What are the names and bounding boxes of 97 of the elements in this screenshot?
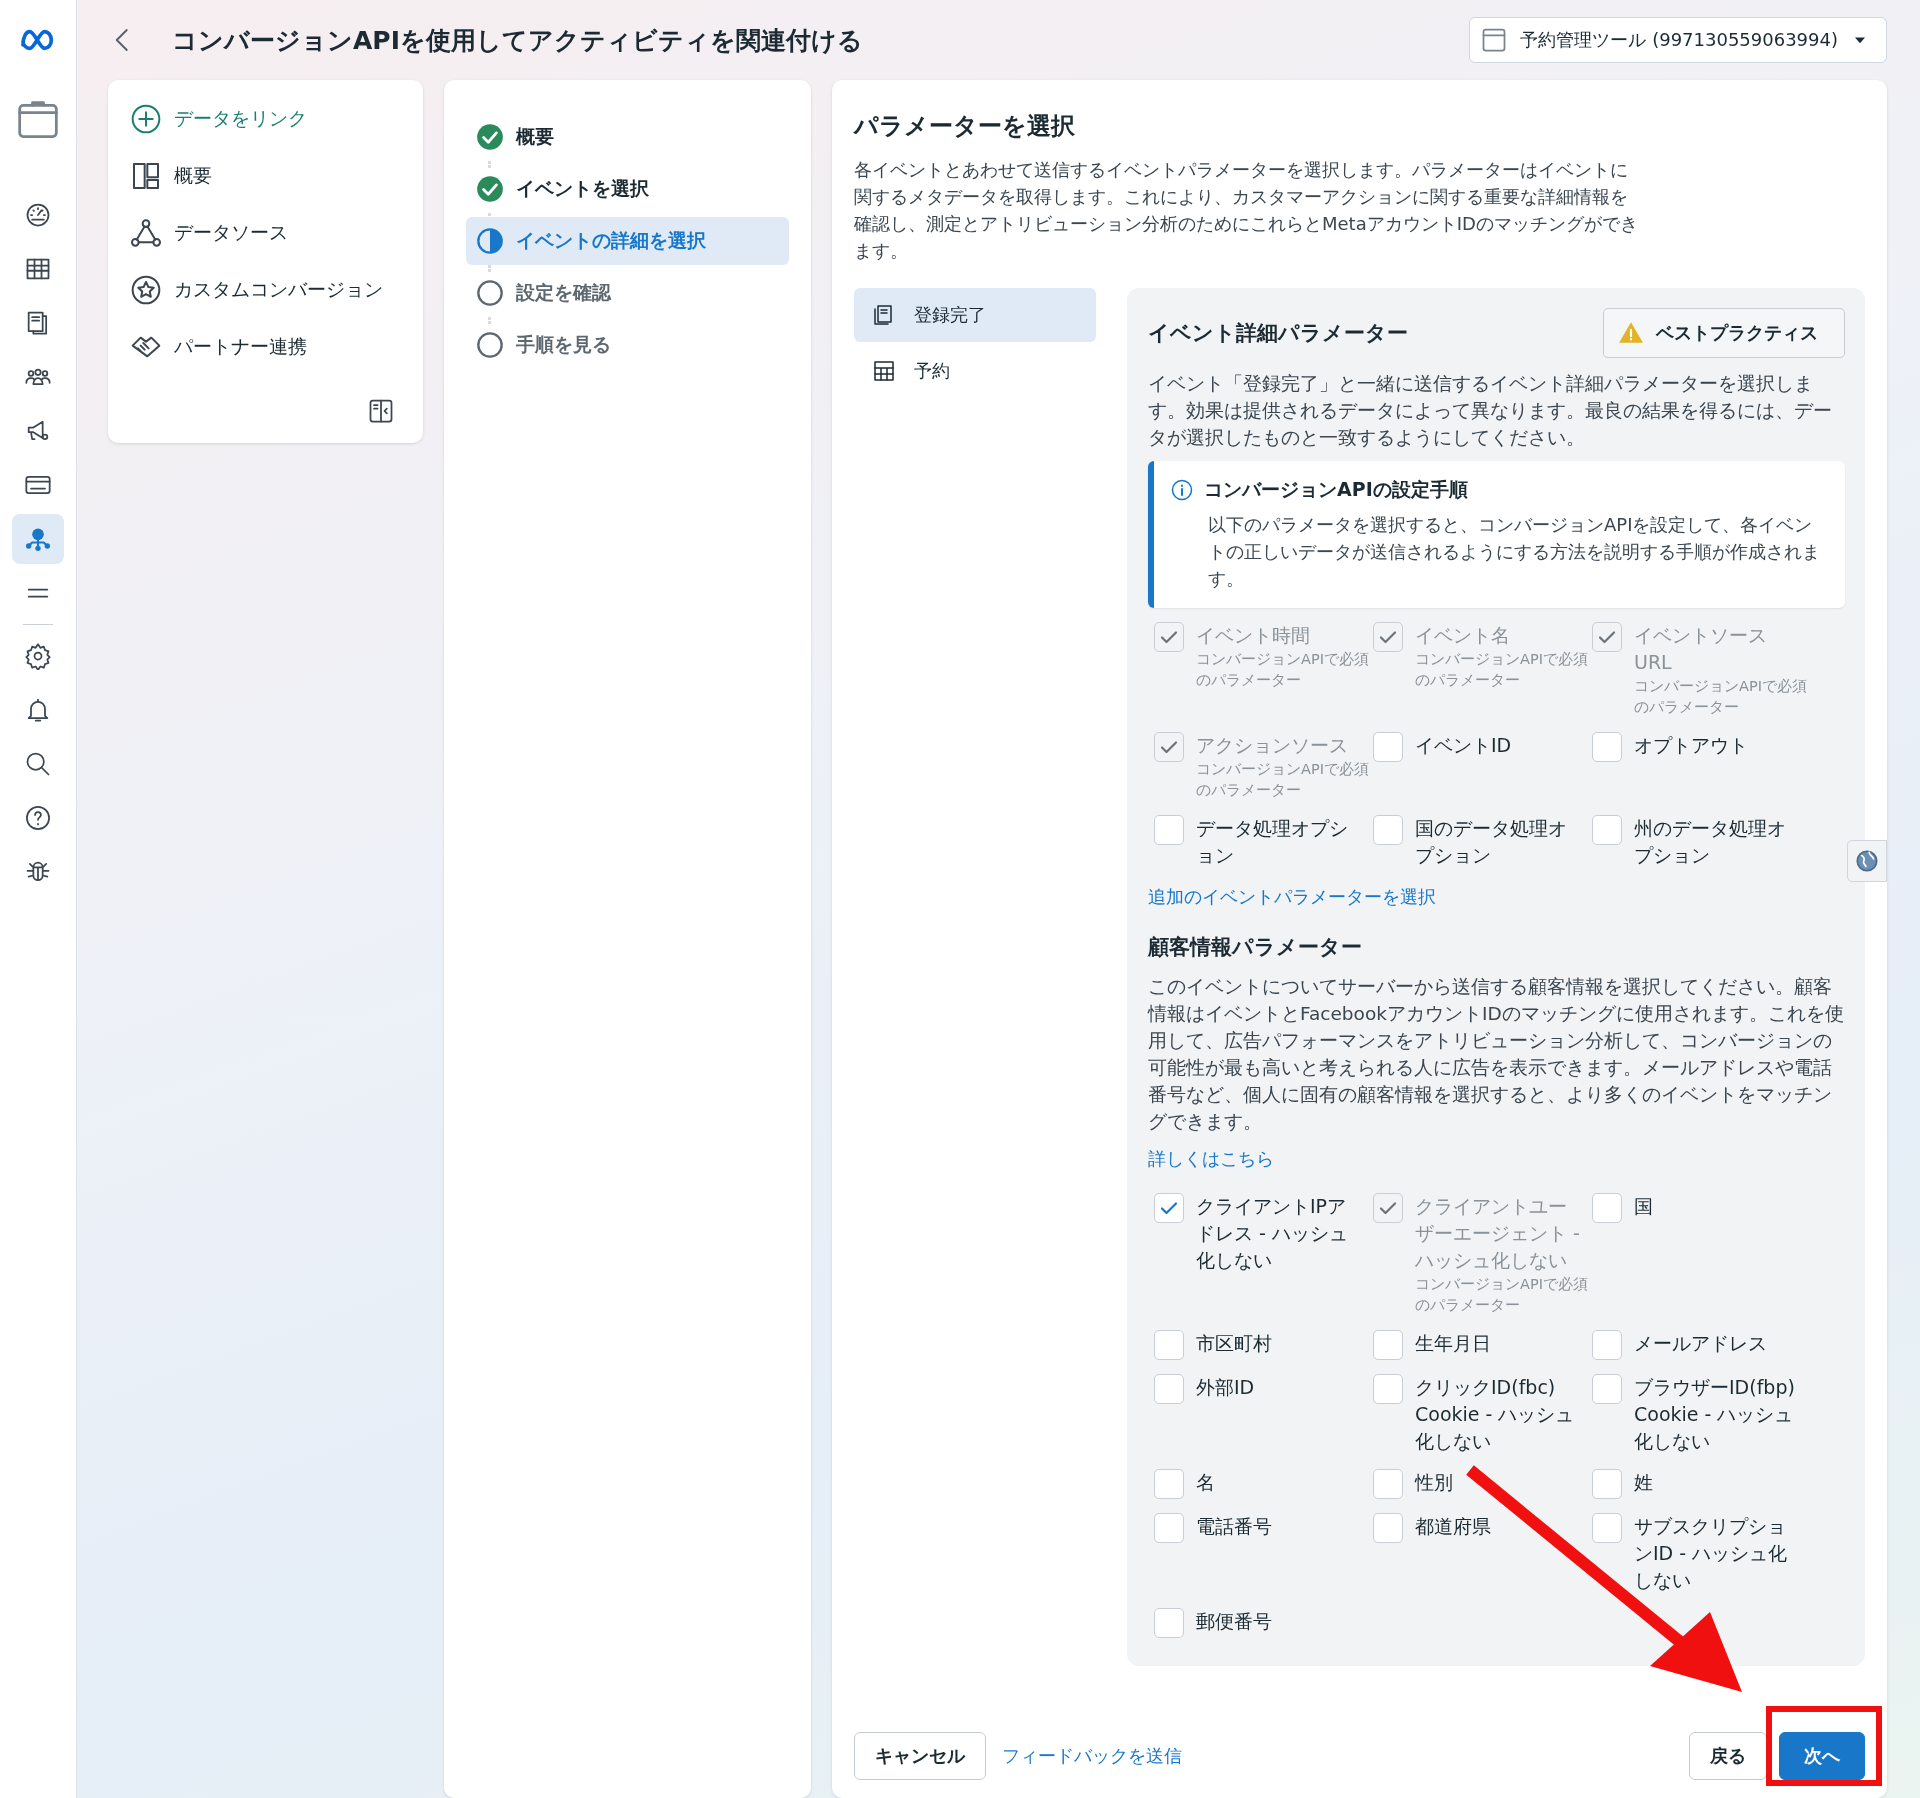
checkbox-label: クリックID(fbc) Cookie - ハッシュ化しない [1415, 1375, 1576, 1454]
sidebar-button[interactable] [12, 514, 64, 564]
best-practices-button[interactable]: ベストプラクティス [1603, 308, 1845, 358]
checkbox[interactable] [1373, 815, 1403, 845]
checkbox[interactable] [1154, 1513, 1184, 1543]
checkbox[interactable] [1592, 815, 1622, 845]
checkbox-label: 生年月日 [1415, 1331, 1492, 1356]
search-icon [24, 750, 52, 778]
panel-collapse-icon[interactable] [367, 397, 395, 425]
section-title: イベント詳細パラメーター [1148, 320, 1408, 347]
checkbox[interactable] [1154, 1193, 1184, 1223]
description-text: このイベントについてサーバーから送信する顧客情報を選択してください。顧客情報はイベントとFacebookアカウントIDのマッチングに使用されます。これを使用して、広告パフォーマンスをアトリビューション分析して、コンバージョンの可能性が最も高いと考えられる人に広告を表示できます。メールアドレスや電話番号など、個人に固有の顧客情報を選択すると、より多くのイベントをマッチングできます。 [1148, 975, 1845, 1134]
checkbox[interactable] [1592, 1330, 1622, 1360]
checkbox-label: 名 [1196, 1470, 1216, 1495]
info-icon [1170, 478, 1194, 502]
help-icon [24, 804, 52, 832]
gauge-icon [24, 201, 52, 229]
event-tab[interactable]: 登録完了 [854, 288, 1096, 342]
checkbox-label: 電話番号 [1196, 1514, 1273, 1539]
event-tab[interactable]: 予約 [854, 344, 1096, 398]
checkbox-label: イベントソースURL [1634, 623, 1768, 675]
checkbox-label: 外部ID [1196, 1375, 1256, 1400]
description-text: イベント「登録完了」と一緒に送信するイベント詳細パラメーターを選択します。効果は提供されるデータによって異なります。最良の結果を得るには、データが選択したものと一致するようにしてください。 [1148, 372, 1833, 450]
checkbox-label: イベントID [1415, 733, 1513, 758]
checkbox-label: クライアントIPアドレス - ハッシュ化しない [1196, 1194, 1349, 1273]
checkbox[interactable] [1154, 1374, 1184, 1404]
checkbox-label: 姓 [1634, 1470, 1654, 1495]
checkbox-label: サブスクリプションID - ハッシュ化しない [1634, 1514, 1789, 1593]
checkbox[interactable] [1154, 1608, 1184, 1638]
nav-link[interactable]: データをリンク [130, 90, 401, 147]
feedback-link[interactable]: フィードバックを送信 [1002, 1744, 1182, 1768]
helper-text: コンバージョンAPIで必須のパラメーター [1634, 677, 1808, 717]
step-item: 手順を見る [466, 321, 789, 369]
section-title: 顧客情報パラメーター [1148, 934, 1363, 961]
helper-text: コンバージョンAPIで必須のパラメーター [1196, 650, 1370, 690]
warning-icon [1618, 320, 1644, 346]
globe-icon [1854, 848, 1880, 874]
nav-link[interactable]: 概要 [130, 147, 401, 204]
checkbox[interactable] [1592, 1374, 1622, 1404]
checkbox[interactable] [1592, 1193, 1622, 1223]
globe-button[interactable] [1847, 840, 1887, 882]
checkbox-label: 国 [1634, 1194, 1654, 1219]
checkbox[interactable] [1592, 732, 1622, 762]
step-item: イベントの詳細を選択 [466, 217, 789, 265]
checkbox[interactable] [1373, 1330, 1403, 1360]
helper-text: コンバージョンAPIで必須のパラメーター [1415, 650, 1589, 690]
checkbox-label: オプトアウト [1634, 733, 1749, 758]
cancel-button[interactable]: キャンセル [854, 1732, 986, 1780]
checkbox-label: クライアントユーザーエージェント - ハッシュ化しない [1415, 1194, 1580, 1273]
description-text: 各イベントとあわせて送信するイベントパラメーターを選択します。パラメーターはイベントに関するメタデータを取得します。これにより、カスタマーアクションに関する重要な詳細情報を確認し、測定とアトリビューション分析のためにこれらとMetaアカウントIDのマッチングができます。 [854, 158, 1639, 263]
nav-link[interactable]: カスタムコンバージョン [130, 261, 401, 318]
info-text: 以下のパラメータを選択すると、コンバージョンAPIを設定して、各イベントの正しいデータが送信されるようにする方法を説明する手順が作成されます。 [1208, 513, 1821, 591]
back-button[interactable]: 戻る [1689, 1732, 1767, 1780]
checkbox-label: イベント時間 [1196, 623, 1311, 648]
nodes-icon [130, 216, 162, 249]
check-circle-icon [476, 123, 504, 151]
nav-link[interactable]: パートナー連携 [130, 318, 401, 375]
nav-link[interactable]: データソース [130, 204, 401, 261]
checkbox[interactable] [1373, 1513, 1403, 1543]
checkbox-label: 国のデータ処理オプション [1415, 816, 1568, 868]
info-title: コンバージョンAPIの設定手順 [1204, 477, 1468, 502]
page-title: コンバージョンAPIを使用してアクティビティを関連付ける [172, 24, 864, 57]
link[interactable]: 詳しくはこちら [1148, 1147, 1274, 1171]
section-title: パラメーターを選択 [854, 111, 1076, 142]
checkbox-label: データ処理オプション [1196, 816, 1349, 868]
check-circle-icon [476, 175, 504, 203]
step-item: 概要 [466, 113, 789, 161]
checkbox[interactable] [1592, 1513, 1622, 1543]
checkbox-label: 郵便番号 [1196, 1609, 1273, 1634]
checkbox-label: 州のデータ処理オプション [1634, 816, 1787, 868]
table-icon [872, 359, 896, 383]
circle-icon [476, 331, 504, 359]
next-button[interactable]: 次へ [1779, 1732, 1865, 1780]
checkbox-label: 性別 [1415, 1470, 1454, 1495]
checkbox[interactable] [1373, 1469, 1403, 1499]
checkbox-label: ブラウザーID(fbp) Cookie - ハッシュ化しない [1634, 1375, 1796, 1454]
checkbox-label: イベント名 [1415, 623, 1511, 648]
link[interactable]: 追加のイベントパラメーターを選択 [1148, 885, 1436, 909]
step-item: 設定を確認 [466, 269, 789, 317]
helper-text: コンバージョンAPIで必須のパラメーター [1415, 1275, 1589, 1315]
half-circle-icon [476, 227, 504, 255]
step-item: イベントを選択 [466, 165, 789, 213]
settings-icon [24, 642, 52, 670]
checkbox[interactable] [1592, 1469, 1622, 1499]
checkbox[interactable] [1154, 815, 1184, 845]
checkbox-label: アクションソース [1196, 733, 1349, 758]
checkbox-label: 市区町村 [1196, 1331, 1273, 1356]
checkbox[interactable] [1373, 1374, 1403, 1404]
checkbox-label: 都道府県 [1415, 1514, 1492, 1539]
checkbox[interactable] [1154, 1469, 1184, 1499]
checkbox[interactable] [1154, 1330, 1184, 1360]
checkbox[interactable] [1373, 732, 1403, 762]
circle-icon [476, 279, 504, 307]
account-dropdown[interactable]: 予約管理ツール (997130559063994) [1469, 17, 1887, 63]
plus-icon [130, 102, 162, 135]
helper-text: コンバージョンAPIで必須のパラメーター [1196, 760, 1370, 800]
checkbox-label: メールアドレス [1634, 1331, 1768, 1356]
